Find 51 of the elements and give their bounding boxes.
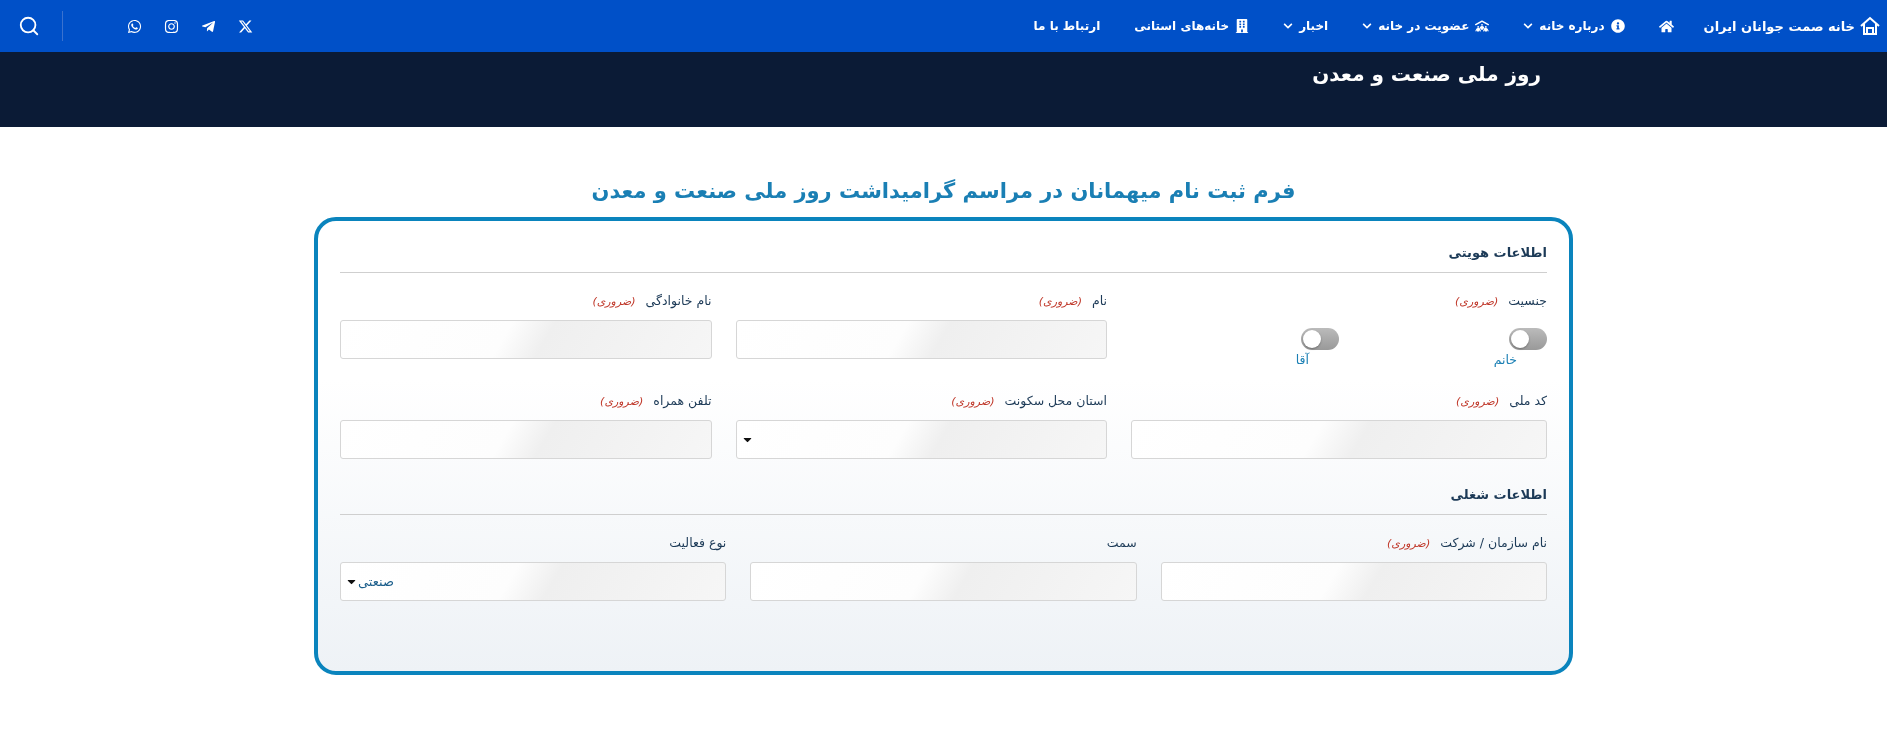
text-input[interactable] [1160,562,1547,601]
field-label: نام سازمان / شرکت [1440,535,1547,550]
form-title: فرم ثبت نام میهمانان در مراسم گرامیداشت روز ملی صنعت و معدن [591,179,1296,203]
nav-item-icon [1235,19,1250,33]
required-note: (ضروری) [951,395,995,408]
toggle-label: آقا [1295,352,1309,367]
field-label: تلفن همراه [653,393,712,408]
search-icon[interactable] [18,15,40,37]
nav-menu-item[interactable]: اخبار [1283,19,1329,33]
whatsapp-icon[interactable] [127,18,142,34]
section-title: اطلاعات هویتی [1447,244,1547,262]
text-input[interactable] [340,320,712,359]
nav-item-icon [1610,19,1625,33]
nav-menu-item[interactable]: عضویت در خانه [1362,19,1490,33]
toggle-switch[interactable] [1301,328,1339,350]
select-field[interactable] [735,420,1107,459]
nav-menu-item[interactable]: ارتباط با ما [1033,19,1101,33]
x-icon[interactable] [238,18,253,34]
select-field[interactable]: صنعتی [340,562,727,601]
text-input[interactable] [1131,420,1547,459]
field-label: استان محل سکونت [1004,393,1107,408]
nav-menu-item[interactable]: خانه‌های استانی [1134,19,1250,33]
required-note: (ضروری) [1456,395,1500,408]
field-label: کد ملی [1509,393,1547,408]
paper-plane-icon[interactable] [201,18,216,34]
field-label: نام [1091,293,1107,308]
field-label: سمت [1106,535,1137,550]
required-note: (ضروری) [1038,295,1082,308]
section-title: اطلاعات شغلی [1449,486,1547,504]
field-label: نوع فعالیت [669,535,727,550]
text-input[interactable] [340,420,712,459]
house-logo-icon [1859,16,1881,36]
chevron-down-icon [1523,21,1534,31]
banner-title: روز ملی صنعت و معدن [1312,62,1541,88]
text-input[interactable] [750,562,1137,601]
nav-item-icon [1475,19,1490,33]
toggle-switch[interactable] [1509,328,1547,350]
field-label: جنسیت [1508,293,1547,308]
field-label: نام خانوادگی [645,293,712,308]
nav-menu-item[interactable]: درباره خانه [1523,19,1625,33]
instagram-icon[interactable] [164,18,179,34]
required-note: (ضروری) [592,295,636,308]
required-note: (ضروری) [1455,295,1499,308]
brand-name[interactable]: خانه صمت جوانان ایران [1703,18,1855,34]
text-input[interactable] [735,320,1107,359]
required-note: (ضروری) [1387,537,1431,550]
chevron-down-icon [1283,21,1294,31]
required-note: (ضروری) [600,395,644,408]
home-icon[interactable] [1658,18,1674,34]
chevron-down-icon [1362,21,1373,31]
toggle-label: خانم [1493,352,1517,367]
